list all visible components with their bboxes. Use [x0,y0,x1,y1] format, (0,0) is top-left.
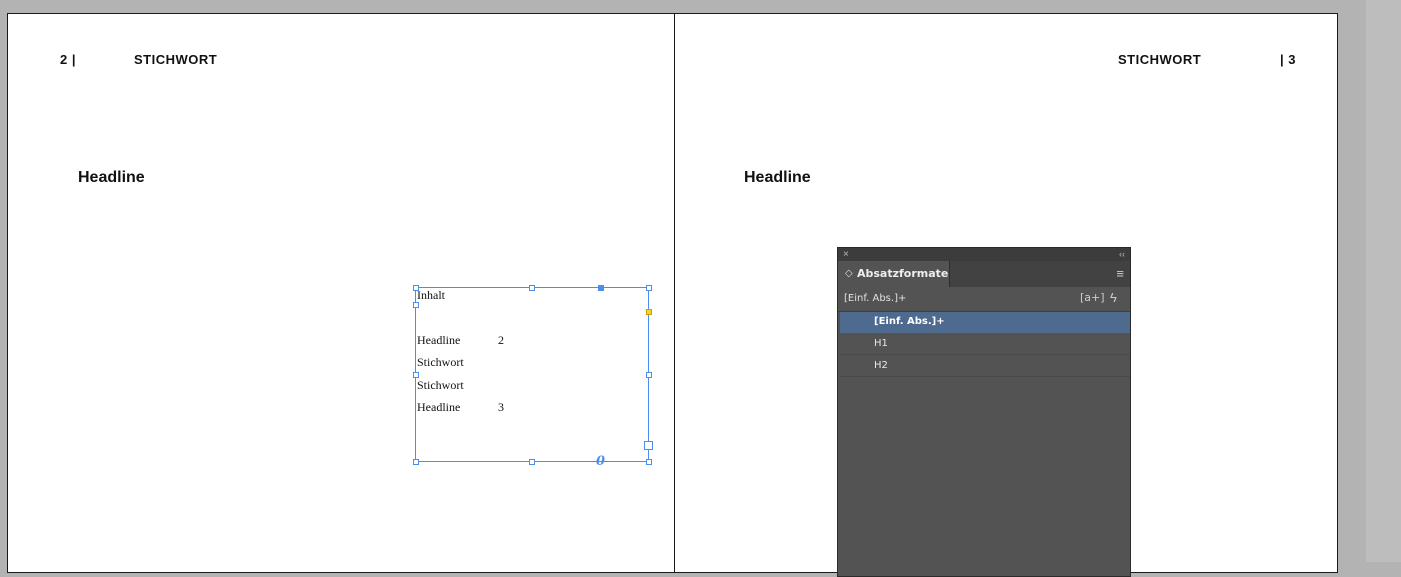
panel-menu-icon[interactable]: ≡ [1116,266,1124,281]
style-list-item-label: [Einf. Abs.]+ [874,316,945,327]
current-style-label: [Einf. Abs.]+ [844,293,907,304]
panel-tabbar: ◇ Absatzformate ≡ [838,261,1130,287]
headline-left[interactable]: Headline [78,169,145,187]
style-list-item[interactable]: H1 [840,334,1130,355]
toc-entry: Headline 3 [417,400,504,415]
tab-label: Absatzformate [857,267,949,280]
toc-entry-page: 2 [498,333,504,347]
toc-entry-label: Headline [417,333,461,347]
resize-handle-top-left[interactable] [413,285,419,291]
resize-handle-top[interactable] [529,285,535,291]
collapse-icon[interactable]: ‹‹ [1119,248,1125,261]
style-list-item[interactable]: [Einf. Abs.]+ [840,312,1130,333]
toc-entry: Stichwort [417,355,464,370]
page-spine [674,14,675,572]
out-port-handle[interactable] [644,441,653,450]
toc-title: Inhalt [417,288,445,302]
toc-entry: Headline 2 [417,333,504,348]
tab-expand-icon[interactable]: ◇ [845,268,853,279]
running-header-right: STICHWORT [1118,52,1202,67]
toc-entry-label: Headline [417,400,461,414]
live-corner-handle[interactable] [646,309,652,315]
page-number-right: | 3 [1280,52,1296,67]
resize-handle-bottom[interactable] [529,459,535,465]
style-list-item-label: H1 [874,338,888,349]
resize-handle-right[interactable] [646,372,652,378]
tab-absatzformate[interactable]: ◇ Absatzformate [838,261,950,287]
running-header-left: STICHWORT [134,52,218,67]
current-style-bar: [Einf. Abs.]+ [a+] ϟ [838,287,1130,312]
resize-handle-top-right[interactable] [646,285,652,291]
document-spread: 2 | STICHWORT Headline STICHWORT | 3 Hea… [7,13,1338,573]
toc-entry-label: Stichwort [417,378,464,392]
close-icon[interactable]: × [843,248,849,261]
resize-handle-left[interactable] [413,372,419,378]
paragraph-styles-panel: × ‹‹ ◇ Absatzformate ≡ [Einf. Abs.]+ [a+… [837,247,1131,577]
page-number-left: 2 | [60,52,76,67]
headline-right[interactable]: Headline [744,169,811,187]
scrollbar-area[interactable] [1366,0,1401,562]
toc-entry: Stichwort [417,378,464,393]
quick-apply-icon[interactable]: ϟ [1110,290,1117,305]
panel-titlebar[interactable]: × ‹‹ [838,248,1130,261]
frame-corner-handle[interactable] [598,285,604,291]
resize-handle-bottom-left[interactable] [413,459,419,465]
in-port-handle[interactable] [413,302,419,308]
content-grabber-icon[interactable]: 0 [596,455,605,468]
style-list-item[interactable]: H2 [840,356,1130,377]
style-list-item-label: H2 [874,360,888,371]
resize-handle-bottom-right[interactable] [646,459,652,465]
toc-entry-page: 3 [498,400,504,414]
toc-entry-label: Stichwort [417,355,464,369]
new-style-icon[interactable]: [a+] [1080,291,1105,304]
toc-text-frame[interactable]: Inhalt Headline 2 Stichwort Stichwort He… [415,287,649,462]
